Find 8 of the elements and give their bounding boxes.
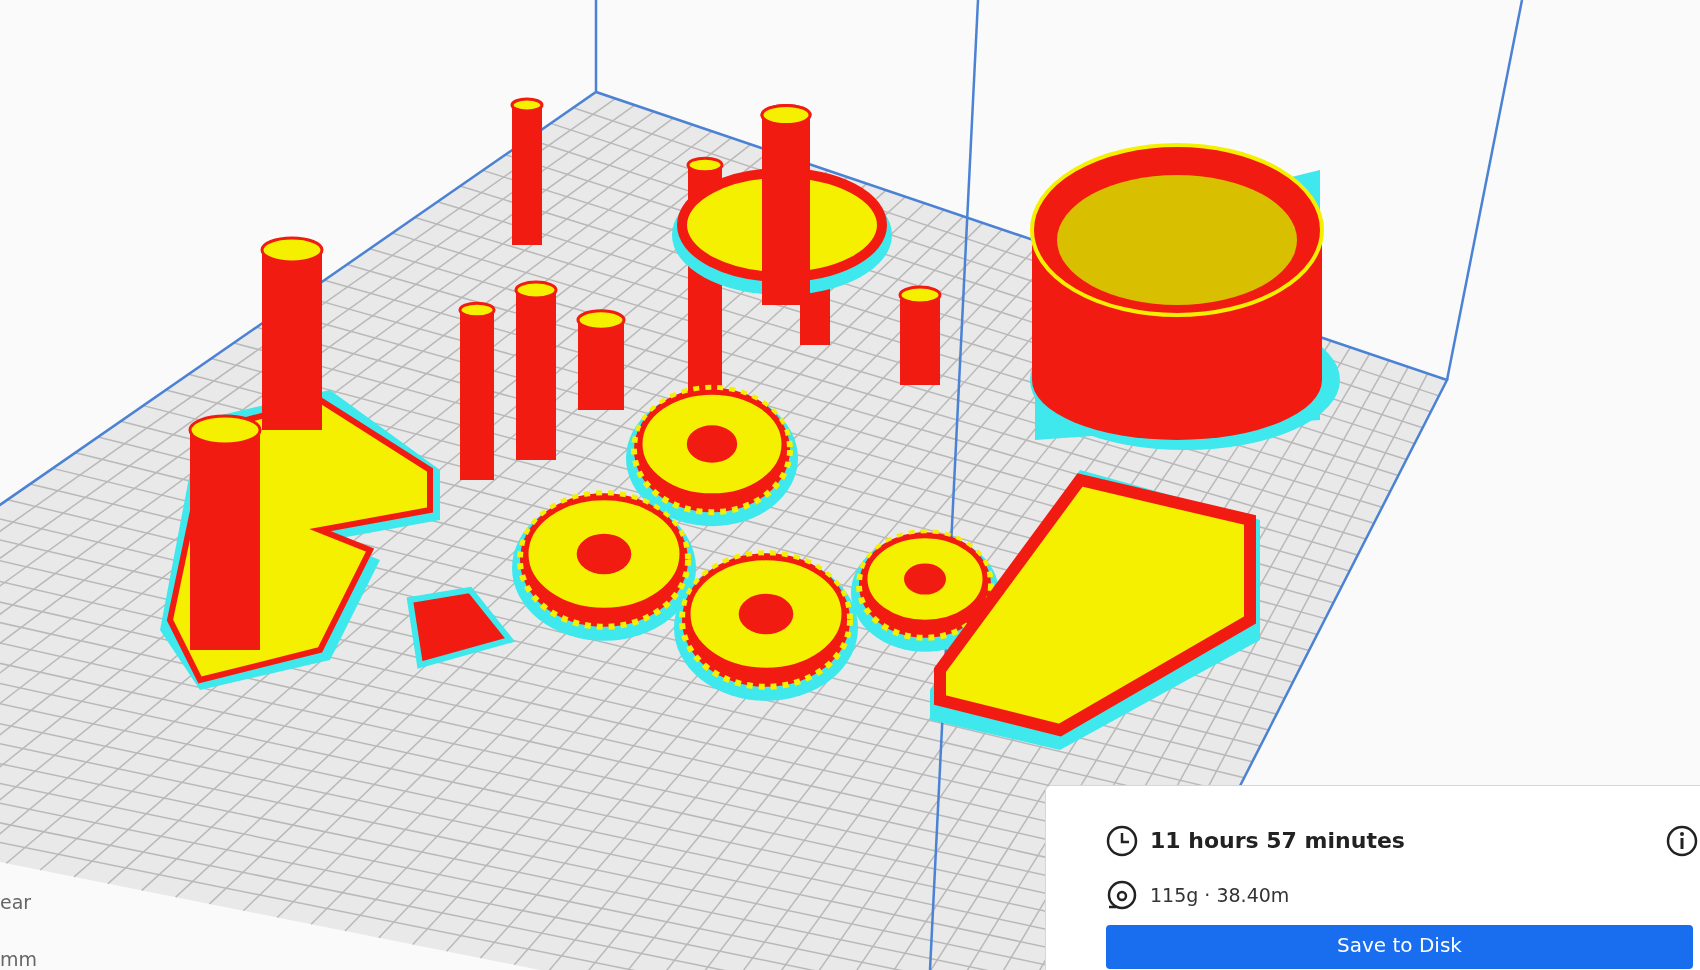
viewport-label: ear (0, 890, 32, 915)
clock-icon (1106, 824, 1138, 857)
info-icon[interactable] (1666, 824, 1698, 857)
viewport-label: mm (0, 947, 38, 970)
material-usage: 115g · 38.40m (1150, 882, 1290, 908)
print-time: 11 hours 57 minutes (1150, 827, 1406, 855)
spool-icon (1106, 879, 1138, 911)
save-to-disk-button[interactable]: Save to Disk (1106, 925, 1693, 969)
